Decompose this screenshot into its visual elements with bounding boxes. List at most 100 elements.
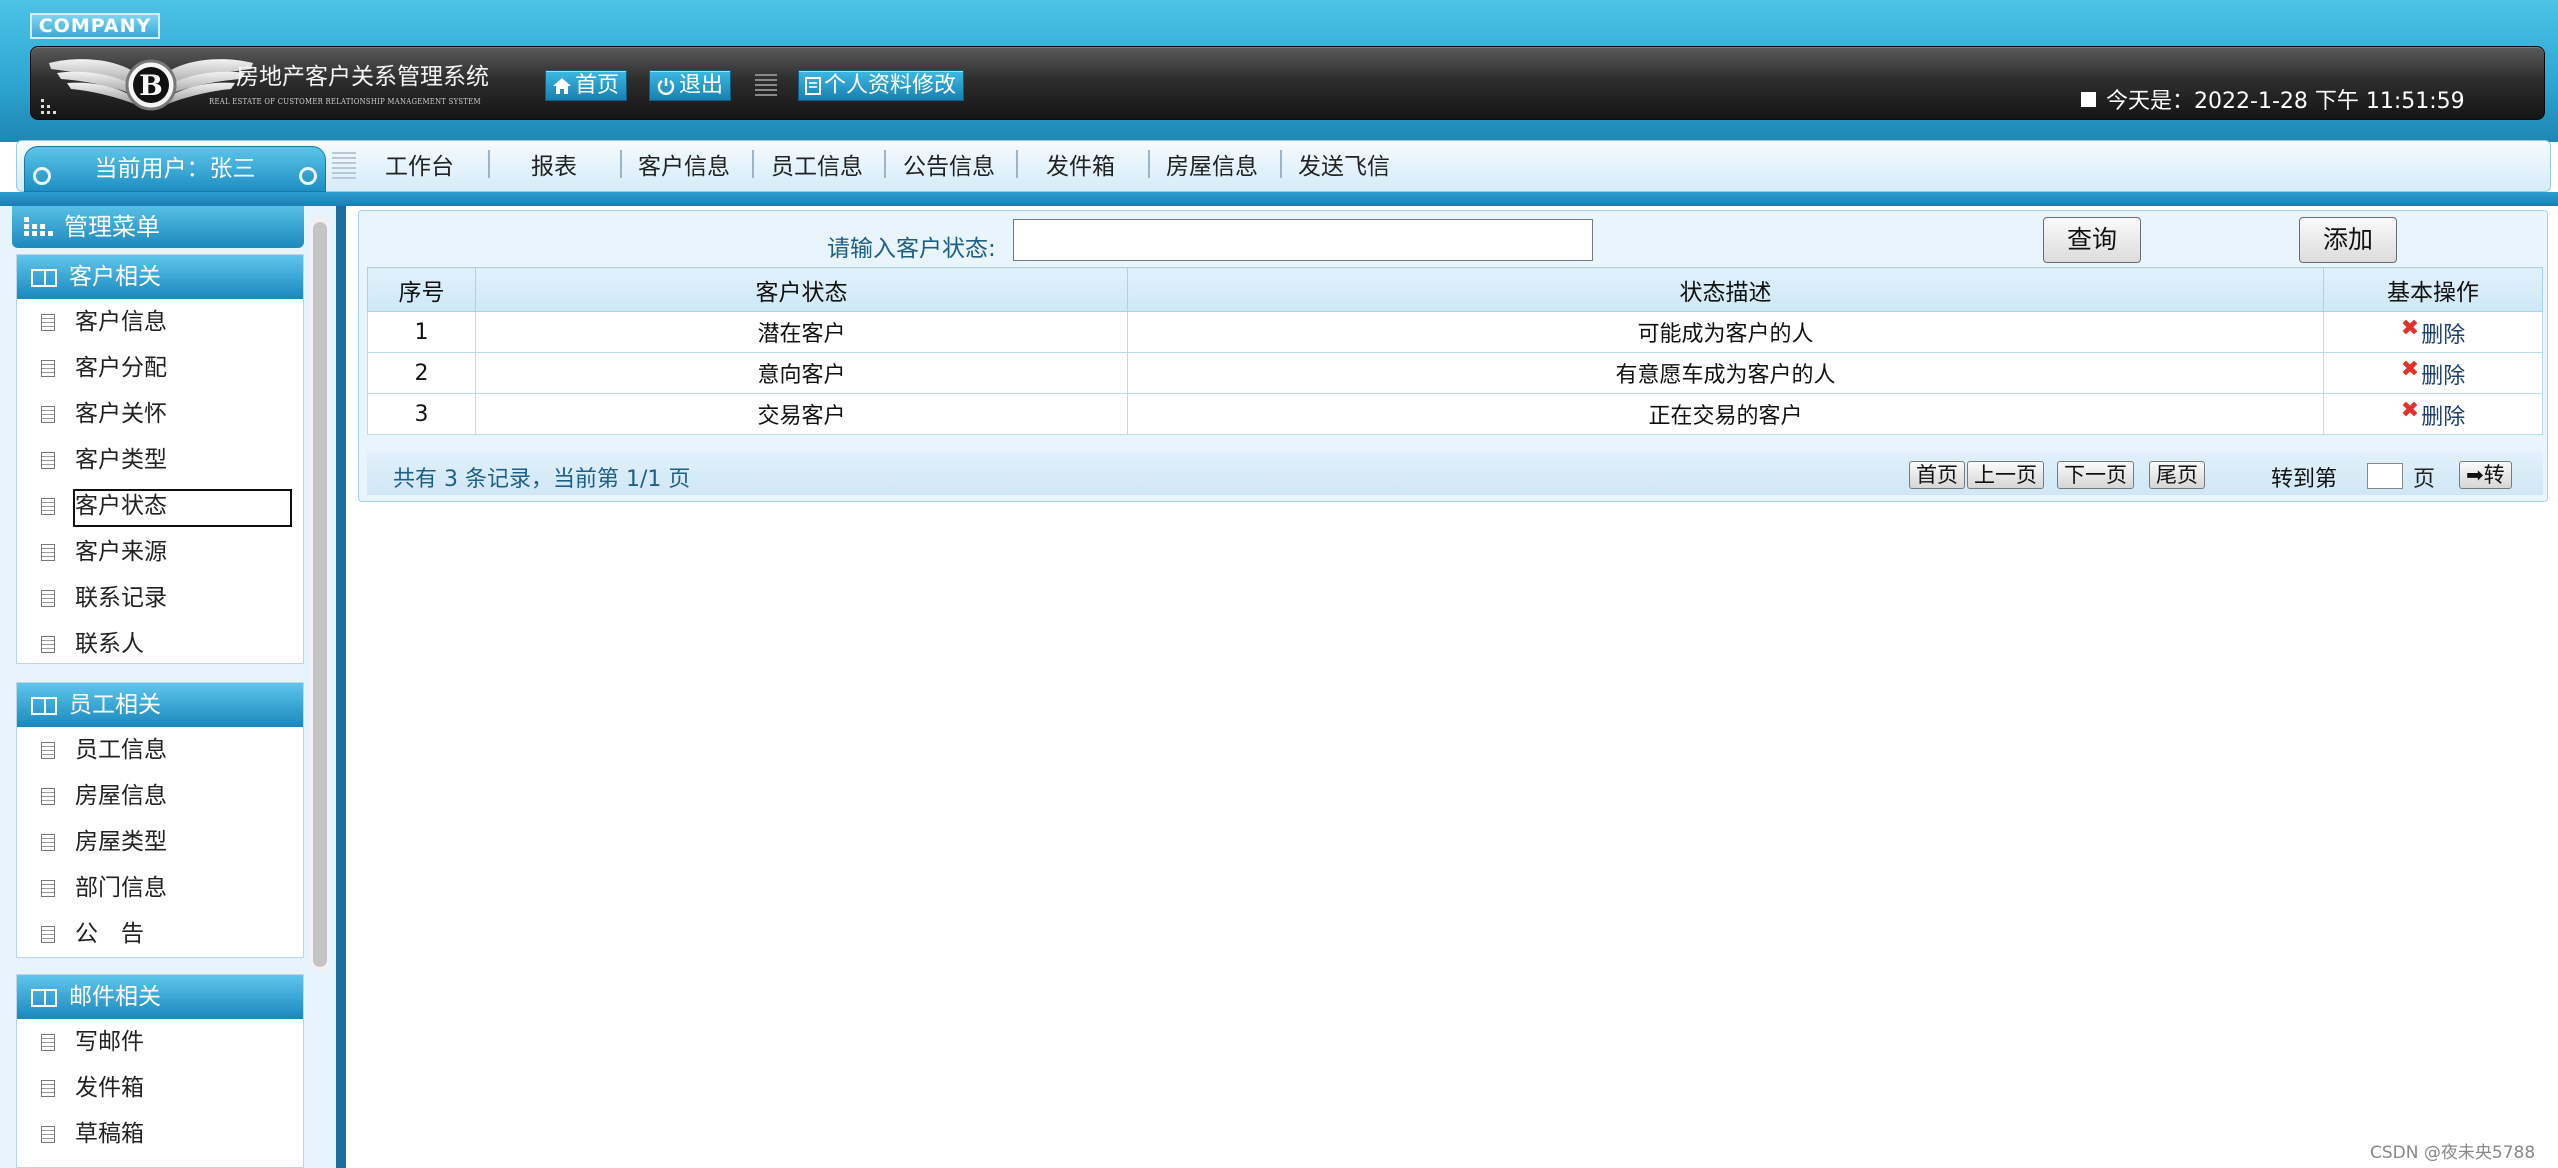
sidebar-item-customer-source[interactable]: 客户来源 bbox=[17, 529, 303, 575]
nav-item-send-fetion[interactable]: 发送飞信 bbox=[1298, 150, 1390, 184]
sidebar-divider[interactable] bbox=[336, 206, 346, 1168]
sidebar-item-label: 发件箱 bbox=[75, 1075, 144, 1101]
cell-status: 潜在客户 bbox=[475, 311, 1128, 353]
query-button[interactable]: 查询 bbox=[2043, 217, 2141, 263]
goto-label: 转到第 bbox=[2271, 467, 2338, 492]
delete-link[interactable]: ✖ 删除 bbox=[2401, 399, 2465, 431]
nav-item-customer-info[interactable]: 客户信息 bbox=[638, 150, 730, 184]
sidebar-item-outbox[interactable]: 发件箱 bbox=[17, 1065, 303, 1111]
book-icon bbox=[31, 269, 57, 287]
cell-status: 意向客户 bbox=[475, 352, 1128, 394]
goto-page-input[interactable] bbox=[2367, 463, 2403, 489]
next-page-button[interactable]: 下一页 bbox=[2057, 461, 2134, 489]
nav-item-report[interactable]: 报表 bbox=[531, 150, 577, 184]
nav-separator bbox=[620, 150, 622, 178]
cell-actions: ✖ 删除 bbox=[2323, 352, 2543, 394]
page-icon bbox=[37, 590, 55, 613]
date-display: 今天是： 2022-1-28 下午 11:51:59 bbox=[2081, 83, 2465, 115]
sidebar-item-employee-info[interactable]: 员工信息 bbox=[17, 727, 303, 773]
sidebar-item-label: 客户分配 bbox=[75, 355, 167, 381]
cell-description: 有意愿车成为客户的人 bbox=[1127, 352, 2324, 394]
add-button[interactable]: 添加 bbox=[2299, 217, 2397, 263]
nav-separator bbox=[1148, 150, 1150, 178]
cell-description: 可能成为客户的人 bbox=[1127, 311, 2324, 353]
document-icon bbox=[805, 76, 821, 95]
page-icon bbox=[37, 406, 55, 429]
delete-x-icon: ✖ bbox=[2400, 315, 2420, 341]
page-icon bbox=[37, 742, 55, 765]
edit-profile-button[interactable]: 个人资料修改 bbox=[798, 70, 965, 101]
sidebar-item-contact-record[interactable]: 联系记录 bbox=[17, 575, 303, 621]
sidebar-item-contact-person[interactable]: 联系人 bbox=[17, 621, 303, 667]
nav-item-workbench[interactable]: 工作台 bbox=[385, 150, 454, 184]
svg-text:B: B bbox=[139, 69, 163, 102]
sidebar-item-customer-assign[interactable]: 客户分配 bbox=[17, 345, 303, 391]
sidebar-item-department-info[interactable]: 部门信息 bbox=[17, 865, 303, 911]
page-icon bbox=[37, 544, 55, 567]
page-icon bbox=[37, 834, 55, 857]
menu-group-header[interactable]: 邮件相关 bbox=[17, 975, 303, 1019]
sidebar-item-label: 公 告 bbox=[75, 921, 144, 947]
sidebar-item-label: 客户关怀 bbox=[75, 401, 167, 427]
sidebar-item-label: 客户信息 bbox=[75, 309, 167, 335]
sidebar-item-customer-status[interactable]: 客户状态 bbox=[17, 483, 303, 529]
sidebar-item-customer-info[interactable]: 客户信息 bbox=[17, 299, 303, 345]
go-button[interactable]: ➡转 bbox=[2459, 461, 2512, 489]
sidebar-item-house-type[interactable]: 房屋类型 bbox=[17, 819, 303, 865]
sidebar-item-customer-type[interactable]: 客户类型 bbox=[17, 437, 303, 483]
cell-index: 1 bbox=[367, 311, 476, 353]
table-row: 3 交易客户 正在交易的客户 ✖ 删除 bbox=[367, 393, 2543, 435]
nav-separator bbox=[752, 150, 754, 178]
sidebar-scrollbar-thumb[interactable] bbox=[313, 222, 327, 967]
nav-item-outbox[interactable]: 发件箱 bbox=[1046, 150, 1115, 184]
home-icon bbox=[553, 77, 571, 94]
logout-button[interactable]: 退出 bbox=[649, 70, 732, 101]
table-header-row: 序号 客户状态 状态描述 基本操作 bbox=[367, 267, 2543, 312]
book-icon bbox=[31, 697, 57, 715]
page-icon bbox=[37, 1080, 55, 1103]
menu-title-bar: 管理菜单 bbox=[12, 206, 304, 248]
nav-item-notice-info[interactable]: 公告信息 bbox=[903, 150, 995, 184]
cell-actions: ✖ 删除 bbox=[2323, 393, 2543, 435]
delete-link[interactable]: ✖ 删除 bbox=[2401, 317, 2465, 349]
last-page-button[interactable]: 尾页 bbox=[2149, 461, 2205, 489]
menu-group-mail: 邮件相关 写邮件 发件箱 草稿箱 bbox=[16, 974, 304, 1168]
nav-item-house-info[interactable]: 房屋信息 bbox=[1166, 150, 1258, 184]
sidebar-item-label: 写邮件 bbox=[75, 1029, 144, 1055]
sidebar-item-label: 房屋信息 bbox=[75, 783, 167, 809]
app-title: 房地产客户关系管理系统 bbox=[236, 64, 489, 90]
nav-item-employee-info[interactable]: 员工信息 bbox=[771, 150, 863, 184]
sidebar-item-house-info[interactable]: 房屋信息 bbox=[17, 773, 303, 819]
delete-link[interactable]: ✖ 删除 bbox=[2401, 358, 2465, 390]
customer-status-table: 序号 客户状态 状态描述 基本操作 1 潜在客户 可能成为客户的人 ✖ 删除 2 … bbox=[367, 267, 2543, 435]
grid-menu-icon bbox=[24, 217, 53, 236]
date-label: 今天是： bbox=[2106, 89, 2195, 114]
page-icon bbox=[37, 314, 55, 337]
page-suffix: 页 bbox=[2413, 467, 2436, 492]
nav-separator bbox=[488, 150, 490, 178]
prev-page-button[interactable]: 上一页 bbox=[1967, 461, 2044, 489]
customer-status-search-input[interactable] bbox=[1013, 219, 1593, 261]
column-header-status: 客户状态 bbox=[475, 267, 1128, 312]
home-button[interactable]: 首页 bbox=[545, 70, 628, 101]
sidebar-item-label: 联系记录 bbox=[75, 585, 167, 611]
page-icon bbox=[37, 926, 55, 949]
page-icon bbox=[37, 498, 55, 521]
sidebar-item-customer-care[interactable]: 客户关怀 bbox=[17, 391, 303, 437]
logout-button-label: 退出 bbox=[679, 73, 724, 98]
nav-grip bbox=[332, 152, 356, 182]
table-row: 2 意向客户 有意愿车成为客户的人 ✖ 删除 bbox=[367, 352, 2543, 394]
sidebar-item-drafts[interactable]: 草稿箱 bbox=[17, 1111, 303, 1157]
cell-status: 交易客户 bbox=[475, 393, 1128, 435]
menu-group-header[interactable]: 客户相关 bbox=[17, 255, 303, 299]
sidebar-item-notice[interactable]: 公 告 bbox=[17, 911, 303, 957]
sidebar-item-label: 联系人 bbox=[75, 631, 144, 657]
sidebar-item-write-mail[interactable]: 写邮件 bbox=[17, 1019, 303, 1065]
record-summary: 共有 3 条记录，当前第 1/1 页 bbox=[393, 467, 691, 492]
home-button-label: 首页 bbox=[575, 73, 620, 98]
column-header-index: 序号 bbox=[367, 267, 476, 312]
first-page-button[interactable]: 首页 bbox=[1909, 461, 1965, 489]
menu-group-header[interactable]: 员工相关 bbox=[17, 683, 303, 727]
menu-group-title: 员工相关 bbox=[69, 692, 161, 718]
current-user-label: 当前用户：张三 bbox=[94, 156, 256, 182]
